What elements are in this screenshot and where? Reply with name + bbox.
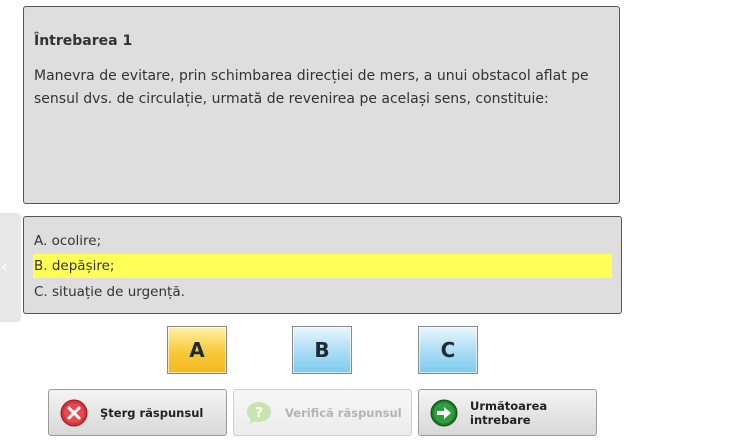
answer-button-c[interactable]: C: [418, 326, 478, 374]
next-question-button[interactable]: Următoarea intrebare: [418, 389, 597, 436]
clear-answer-label: Şterg răspunsul: [100, 405, 204, 420]
answer-button-a[interactable]: A: [167, 326, 227, 374]
question-text: Manevra de evitare, prin schimbarea dire…: [34, 68, 589, 107]
close-icon: [60, 399, 88, 427]
clear-answer-button[interactable]: Şterg răspunsul: [48, 389, 227, 436]
question-panel: Întrebarea 1 Manevra de evitare, prin sc…: [23, 6, 620, 204]
verify-answer-button[interactable]: ? Verifică răspunsul: [233, 389, 412, 436]
answer-button-b[interactable]: B: [292, 326, 352, 374]
answers-panel: A. ocolire; B. depășire; C. situație de …: [23, 216, 622, 314]
side-collapse-tab[interactable]: ‹: [0, 213, 21, 322]
answer-option-c[interactable]: C. situație de urgență.: [33, 280, 612, 304]
svg-text:?: ?: [255, 406, 263, 421]
answer-option-b[interactable]: B. depășire;: [33, 254, 612, 278]
next-question-label: Următoarea intrebare: [470, 398, 548, 427]
question-title: Întrebarea 1: [34, 33, 133, 49]
chevron-left-icon: ‹: [1, 257, 8, 276]
question-bubble-icon: ?: [245, 399, 273, 427]
verify-answer-label: Verifică răspunsul: [285, 405, 402, 420]
answer-option-a[interactable]: A. ocolire;: [33, 229, 612, 253]
arrow-right-icon: [430, 399, 458, 427]
